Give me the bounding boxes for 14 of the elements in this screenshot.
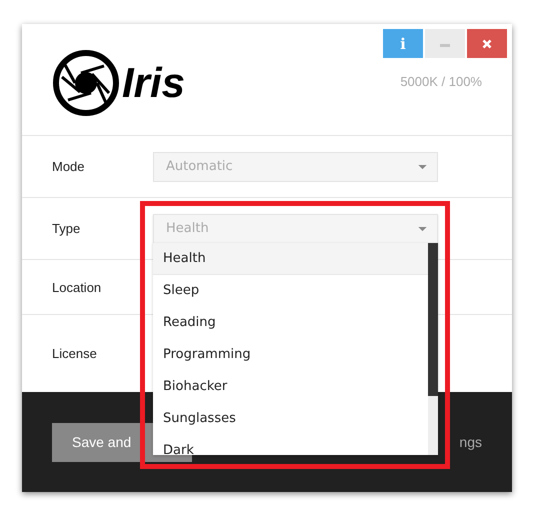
close-button[interactable]	[467, 29, 507, 58]
dropdown-option[interactable]: Health	[153, 243, 428, 275]
settings-link[interactable]: ngs	[459, 434, 482, 450]
caret-icon	[418, 164, 427, 170]
aperture-icon	[52, 48, 120, 116]
status-text: 5000K / 100%	[400, 74, 482, 89]
field-label: Location	[52, 280, 102, 294]
field-label: License	[52, 346, 98, 361]
app-title: Iris	[122, 58, 186, 106]
caret-icon	[418, 226, 427, 232]
field-label: Mode	[52, 159, 86, 174]
close-icon	[482, 38, 492, 48]
scrollbar[interactable]	[428, 243, 438, 455]
field-label: Type	[52, 221, 82, 236]
